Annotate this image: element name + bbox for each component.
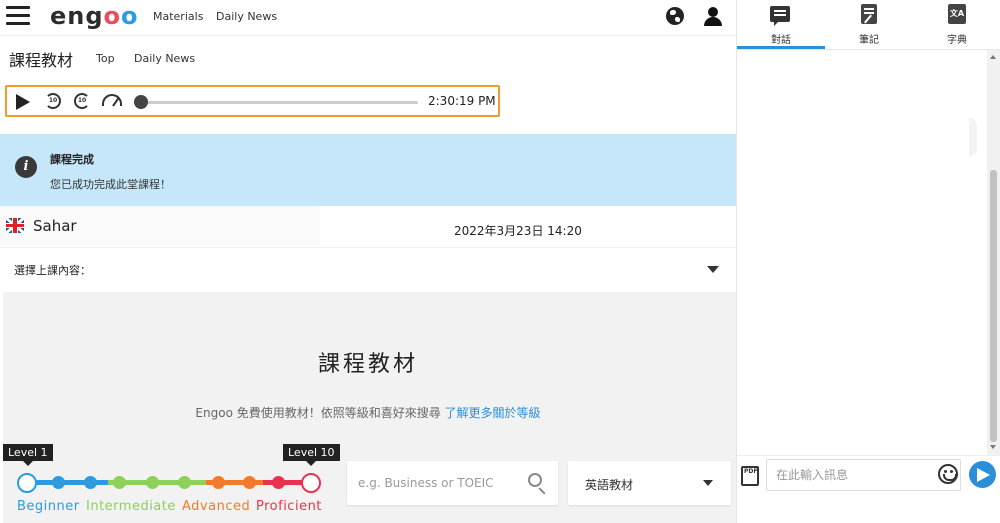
- level-start-tag: Level 1: [3, 444, 53, 466]
- level-dot[interactable]: [272, 476, 285, 489]
- forward-10-icon[interactable]: 10: [74, 93, 90, 109]
- select-content-row[interactable]: [0, 247, 736, 292]
- chat-input-bar: PDF: [737, 455, 1000, 523]
- chat-bubble: [969, 118, 977, 156]
- pdf-upload-icon[interactable]: PDF: [741, 466, 759, 486]
- tab-notes-label: 筆記: [859, 35, 879, 46]
- rewind-10-icon[interactable]: 10: [45, 93, 61, 109]
- info-icon: i: [15, 156, 37, 178]
- material-type-dropdown[interactable]: 英語教材: [568, 461, 731, 505]
- speed-gauge-icon[interactable]: [102, 94, 122, 106]
- dictionary-icon: 文A: [948, 4, 966, 24]
- page-title: 課程教材: [9, 51, 74, 70]
- user-icon[interactable]: [703, 6, 723, 26]
- globe-icon[interactable]: [666, 7, 684, 25]
- subnav-daily-news[interactable]: Daily News: [134, 52, 195, 65]
- hamburger-menu-icon[interactable]: [6, 6, 30, 26]
- level-slider[interactable]: Level 1 Level 10 Beginner Intermediate A…: [0, 440, 340, 523]
- level-beginner-label: Beginner: [17, 499, 80, 514]
- nav-materials[interactable]: Materials: [153, 10, 203, 23]
- select-content-label: 選擇上課內容：: [14, 264, 91, 277]
- tab-chat-label: 對話: [771, 35, 791, 46]
- progress-knob[interactable]: [133, 95, 148, 109]
- materials-title: 課程教材: [317, 352, 418, 377]
- alert-title: 課程完成: [50, 153, 94, 166]
- level-end-handle[interactable]: [301, 473, 321, 493]
- play-icon[interactable]: [16, 94, 30, 110]
- level-start-handle[interactable]: [17, 473, 37, 493]
- active-tab-indicator: [737, 46, 825, 49]
- materials-search-box[interactable]: e.g. Business or TOEIC: [347, 461, 558, 505]
- level-dot[interactable]: [84, 476, 97, 489]
- scroll-thumb[interactable]: [990, 170, 997, 442]
- chevron-down-icon[interactable]: [707, 266, 719, 273]
- level-dot[interactable]: [178, 476, 191, 489]
- materials-description-text: Engoo 免費使用教材！依照等級和喜好來搜尋: [195, 406, 445, 420]
- lesson-complete-alert: i 課程完成 您已成功完成此堂課程！: [0, 134, 736, 206]
- level-dot[interactable]: [212, 476, 225, 489]
- message-input[interactable]: [766, 459, 961, 491]
- chat-icon: [770, 6, 790, 26]
- scroll-up-arrow-icon[interactable]: [990, 55, 996, 59]
- uk-flag-icon: [6, 218, 24, 233]
- player-time: 2:30:19 PM: [428, 94, 496, 108]
- tutor-name[interactable]: Sahar: [33, 217, 77, 235]
- lesson-date: 2022年3月23日 14:20: [454, 224, 582, 238]
- nav-daily-news[interactable]: Daily News: [216, 10, 277, 23]
- engoo-logo[interactable]: engoo: [50, 2, 139, 30]
- progress-track[interactable]: [134, 101, 418, 104]
- tab-dictionary-label: 字典: [947, 35, 967, 46]
- audio-player: 10 10 2:30:19 PM: [5, 85, 500, 117]
- chevron-down-icon: [703, 480, 713, 486]
- learn-more-link[interactable]: 了解更多關於等級: [445, 406, 541, 420]
- tab-notes[interactable]: 筆記: [825, 0, 913, 50]
- level-advanced-label: Advanced: [182, 499, 251, 514]
- level-intermediate-label: Intermediate: [86, 499, 176, 514]
- level-proficient-label: Proficient: [256, 499, 322, 514]
- level-dot[interactable]: [146, 476, 159, 489]
- side-tabs: 對話 筆記 文A 字典: [737, 0, 1000, 50]
- send-button[interactable]: [969, 461, 996, 488]
- alert-message: 您已成功完成此堂課程！: [50, 178, 171, 191]
- dropdown-value: 英語教材: [585, 478, 634, 492]
- top-bar: engoo Materials Daily News: [0, 0, 736, 36]
- tab-chat[interactable]: 對話: [737, 0, 825, 50]
- logo-o-blue: o: [121, 2, 139, 30]
- side-panel: 對話 筆記 文A 字典 PDF: [736, 0, 1000, 523]
- main-panel: engoo Materials Daily News 課程教材 Top Dail…: [0, 0, 736, 523]
- subnav-top[interactable]: Top: [96, 52, 115, 65]
- search-placeholder: e.g. Business or TOEIC: [358, 476, 494, 490]
- note-icon: [861, 4, 877, 24]
- search-icon[interactable]: [528, 473, 542, 487]
- level-dot[interactable]: [243, 476, 256, 489]
- level-end-tag: Level 10: [283, 444, 340, 466]
- logo-text: eng: [50, 2, 104, 30]
- logo-o-red: o: [103, 2, 122, 30]
- emoji-icon[interactable]: [938, 464, 958, 484]
- level-dot[interactable]: [113, 476, 126, 489]
- scroll-down-arrow-icon[interactable]: [990, 445, 996, 449]
- tab-dictionary[interactable]: 文A 字典: [913, 0, 1000, 50]
- level-dot[interactable]: [52, 476, 65, 489]
- chat-scrollbar[interactable]: [987, 50, 1000, 455]
- materials-description: Engoo 免費使用教材！依照等級和喜好來搜尋 了解更多關於等級: [0, 404, 736, 421]
